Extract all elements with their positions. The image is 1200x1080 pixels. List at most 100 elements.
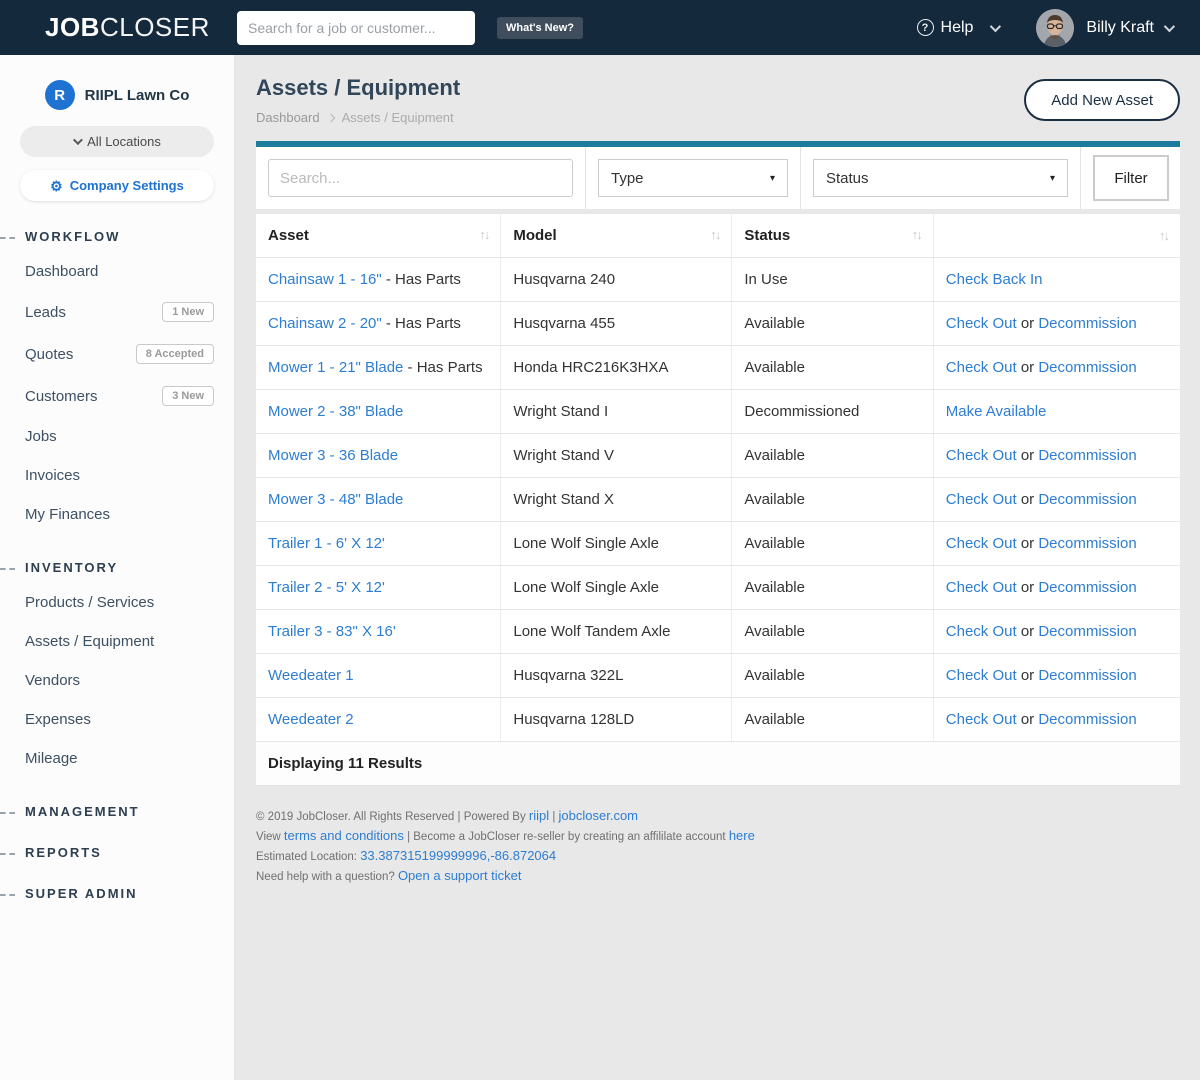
action-link-make-available[interactable]: Make Available bbox=[946, 403, 1047, 420]
footer-link-open-a-support-ticket[interactable]: Open a support ticket bbox=[398, 868, 522, 883]
sidebar-item-vendors[interactable]: Vendors bbox=[0, 661, 234, 700]
sidebar-item-dashboard[interactable]: Dashboard bbox=[0, 252, 234, 291]
actions-cell: Make Available bbox=[933, 390, 1180, 434]
action-link-decommission[interactable]: Decommission bbox=[1038, 623, 1136, 640]
sort-icon[interactable]: ↑↓ bbox=[1159, 228, 1168, 243]
footer-link-terms-and-conditions[interactable]: terms and conditions bbox=[284, 828, 404, 843]
action-link-decommission[interactable]: Decommission bbox=[1038, 711, 1136, 728]
asset-link[interactable]: Mower 3 - 36 Blade bbox=[268, 447, 398, 464]
sort-icon[interactable]: ↑↓ bbox=[710, 227, 719, 242]
help-icon: ? bbox=[917, 19, 934, 36]
action-link-check-out[interactable]: Check Out bbox=[946, 315, 1017, 332]
breadcrumb-dashboard[interactable]: Dashboard bbox=[256, 110, 320, 125]
sidebar-item-products-services[interactable]: Products / Services bbox=[0, 583, 234, 622]
footer-link-here[interactable]: here bbox=[729, 828, 755, 843]
status-select[interactable]: Status ▾ bbox=[813, 159, 1068, 197]
action-link-check-out[interactable]: Check Out bbox=[946, 447, 1017, 464]
action-joiner: or bbox=[1017, 491, 1039, 508]
action-link-decommission[interactable]: Decommission bbox=[1038, 359, 1136, 376]
add-new-asset-button[interactable]: Add New Asset bbox=[1024, 79, 1180, 121]
sidebar-item-label: Products / Services bbox=[25, 594, 154, 611]
action-link-check-out[interactable]: Check Out bbox=[946, 623, 1017, 640]
app-logo: JOBCLOSER bbox=[0, 12, 235, 43]
top-navbar: JOBCLOSER What's New? ? Help Billy Kraft bbox=[0, 0, 1200, 55]
sidebar-item-label: Customers bbox=[25, 388, 98, 405]
sidebar-item-my-finances[interactable]: My Finances bbox=[0, 495, 234, 534]
action-link-check-out[interactable]: Check Out bbox=[946, 535, 1017, 552]
asset-link[interactable]: Trailer 2 - 5' X 12' bbox=[268, 579, 385, 596]
asset-link[interactable]: Mower 2 - 38" Blade bbox=[268, 403, 403, 420]
actions-cell: Check Out or Decommission bbox=[933, 302, 1180, 346]
column-header-status: Status↑↓ bbox=[732, 214, 933, 258]
section-dashes-icon bbox=[0, 568, 15, 570]
footer-link-33-387315199999996-86-872064[interactable]: 33.387315199999996,-86.872064 bbox=[360, 848, 556, 863]
chevron-down-icon[interactable] bbox=[1164, 20, 1175, 31]
asset-link[interactable]: Chainsaw 1 - 16" bbox=[268, 271, 382, 288]
table-header-row: Asset↑↓Model↑↓Status↑↓↑↓ bbox=[256, 214, 1180, 258]
action-joiner: or bbox=[1017, 315, 1039, 332]
help-menu[interactable]: ? Help bbox=[917, 19, 999, 37]
page-header: Assets / Equipment Dashboard Assets / Eq… bbox=[256, 75, 1180, 125]
status-cell: Available bbox=[732, 610, 933, 654]
table-row: Chainsaw 1 - 16" - Has PartsHusqvarna 24… bbox=[256, 258, 1180, 302]
all-locations-dropdown[interactable]: All Locations bbox=[20, 126, 214, 157]
filter-button[interactable]: Filter bbox=[1093, 155, 1169, 201]
section-label: WORKFLOW bbox=[25, 229, 120, 244]
user-avatar[interactable] bbox=[1036, 9, 1074, 47]
sidebar-section-reports: REPORTS bbox=[0, 845, 234, 860]
table-row: Weedeater 1Husqvarna 322LAvailableCheck … bbox=[256, 654, 1180, 698]
action-link-decommission[interactable]: Decommission bbox=[1038, 491, 1136, 508]
action-link-decommission[interactable]: Decommission bbox=[1038, 535, 1136, 552]
asset-link[interactable]: Mower 3 - 48" Blade bbox=[268, 491, 403, 508]
sidebar: R RIIPL Lawn Co All Locations ⚙ Company … bbox=[0, 55, 235, 1080]
table-row: Mower 3 - 36 BladeWright Stand VAvailabl… bbox=[256, 434, 1180, 478]
sort-icon[interactable]: ↑↓ bbox=[479, 227, 488, 242]
whats-new-button[interactable]: What's New? bbox=[497, 17, 583, 39]
type-select[interactable]: Type ▾ bbox=[598, 159, 788, 197]
asset-cell: Weedeater 2 bbox=[256, 698, 501, 742]
actions-cell: Check Out or Decommission bbox=[933, 346, 1180, 390]
asset-suffix: - Has Parts bbox=[382, 315, 461, 332]
footer-text: Estimated Location: bbox=[256, 851, 360, 863]
asset-link[interactable]: Weedeater 2 bbox=[268, 711, 354, 728]
sidebar-item-invoices[interactable]: Invoices bbox=[0, 456, 234, 495]
asset-link[interactable]: Trailer 1 - 6' X 12' bbox=[268, 535, 385, 552]
sidebar-item-jobs[interactable]: Jobs bbox=[0, 417, 234, 456]
sidebar-nav: WORKFLOW DashboardLeads1 NewQuotes8 Accep… bbox=[0, 229, 234, 901]
asset-search-input[interactable] bbox=[268, 159, 573, 197]
user-menu[interactable]: Billy Kraft bbox=[1086, 19, 1154, 37]
action-link-decommission[interactable]: Decommission bbox=[1038, 579, 1136, 596]
action-link-check-out[interactable]: Check Out bbox=[946, 579, 1017, 596]
sidebar-item-quotes[interactable]: Quotes8 Accepted bbox=[0, 333, 234, 375]
action-link-check-out[interactable]: Check Out bbox=[946, 359, 1017, 376]
sidebar-item-leads[interactable]: Leads1 New bbox=[0, 291, 234, 333]
sidebar-item-mileage[interactable]: Mileage bbox=[0, 739, 234, 778]
action-link-decommission[interactable]: Decommission bbox=[1038, 667, 1136, 684]
status-cell: Decommissioned bbox=[732, 390, 933, 434]
footer-link-riipl[interactable]: riipl bbox=[529, 808, 549, 823]
action-link-check-out[interactable]: Check Out bbox=[946, 667, 1017, 684]
sidebar-item-customers[interactable]: Customers3 New bbox=[0, 375, 234, 417]
filter-bar: Type ▾ Status ▾ Filter bbox=[256, 141, 1180, 209]
column-header-asset: Asset↑↓ bbox=[256, 214, 501, 258]
asset-link[interactable]: Weedeater 1 bbox=[268, 667, 354, 684]
action-link-decommission[interactable]: Decommission bbox=[1038, 315, 1136, 332]
logo-bold: JOB bbox=[45, 12, 100, 42]
asset-link[interactable]: Chainsaw 2 - 20" bbox=[268, 315, 382, 332]
action-link-check-back-in[interactable]: Check Back In bbox=[946, 271, 1043, 288]
asset-link[interactable]: Mower 1 - 21" Blade bbox=[268, 359, 403, 376]
action-link-check-out[interactable]: Check Out bbox=[946, 491, 1017, 508]
model-cell: Lone Wolf Single Axle bbox=[501, 522, 732, 566]
sort-icon[interactable]: ↑↓ bbox=[912, 227, 921, 242]
section-label: INVENTORY bbox=[25, 560, 118, 575]
sidebar-item-expenses[interactable]: Expenses bbox=[0, 700, 234, 739]
asset-link[interactable]: Trailer 3 - 83" X 16' bbox=[268, 623, 396, 640]
action-link-decommission[interactable]: Decommission bbox=[1038, 447, 1136, 464]
asset-cell: Mower 1 - 21" Blade - Has Parts bbox=[256, 346, 501, 390]
section-dashes-icon bbox=[0, 812, 15, 814]
global-search-input[interactable] bbox=[237, 11, 475, 45]
sidebar-item-assets-equipment[interactable]: Assets / Equipment bbox=[0, 622, 234, 661]
footer-link-jobcloser-com[interactable]: jobcloser.com bbox=[559, 808, 638, 823]
action-link-check-out[interactable]: Check Out bbox=[946, 711, 1017, 728]
company-settings-button[interactable]: ⚙ Company Settings bbox=[20, 170, 214, 201]
